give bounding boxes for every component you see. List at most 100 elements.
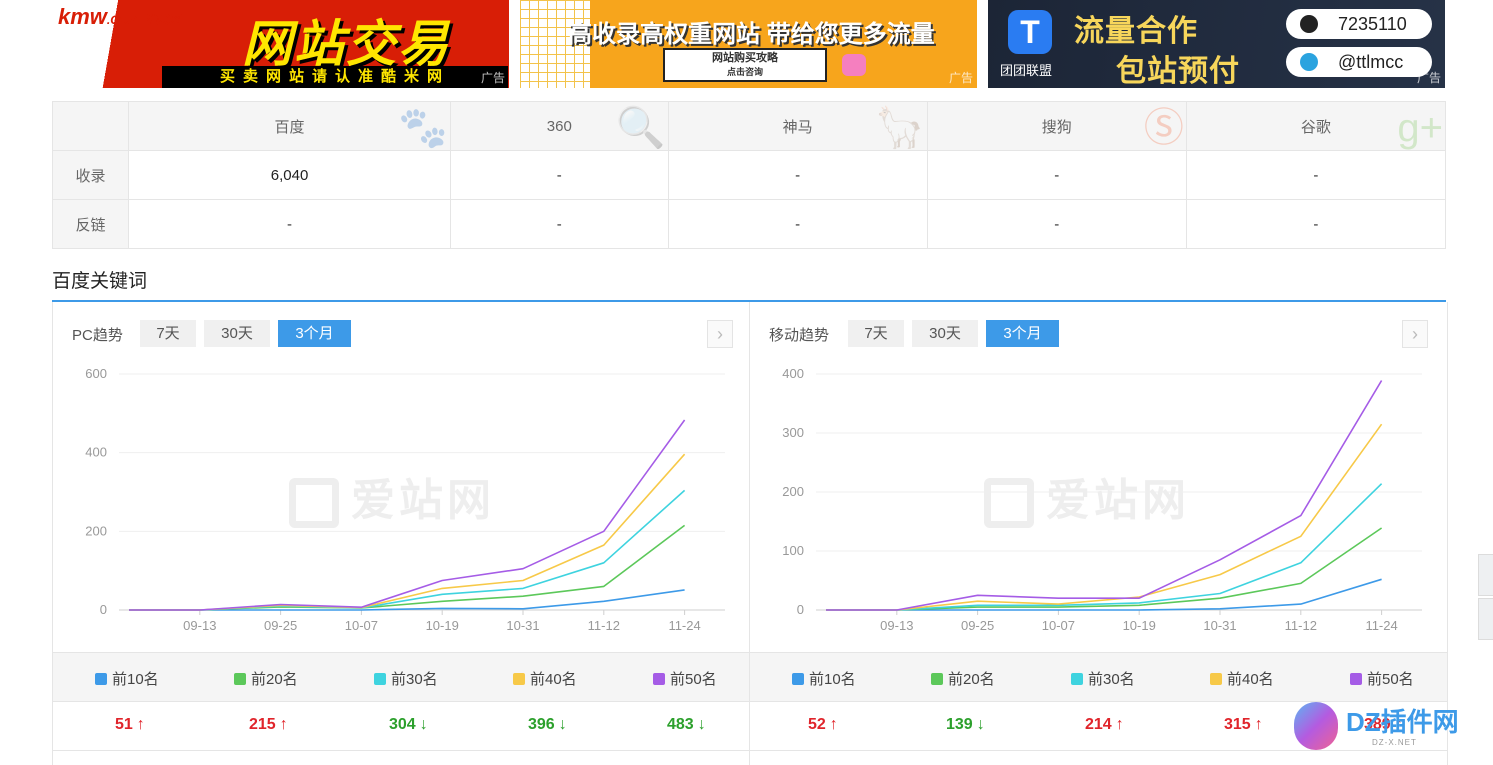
ad-banner-website-purchase[interactable]: 高收录高权重网站 带给您更多流量 网站购买攻略 点击咨询 广告	[520, 0, 977, 88]
magnifier-icon: 🔍	[615, 106, 666, 150]
value-top10: 52 ↑	[808, 716, 838, 734]
legend-label: 前20名	[251, 671, 298, 688]
legend-swatch	[374, 673, 386, 685]
y-tick-label: 600	[85, 366, 107, 381]
legend-label: 前40名	[530, 671, 577, 688]
legend-label: 前30名	[391, 671, 438, 688]
legend-item[interactable]: 前40名	[513, 668, 577, 689]
tab-7d[interactable]: 7天	[848, 320, 904, 347]
ad-banner-tuantuan[interactable]: T 团团联盟 流量合作 包站预付 7235110 @ttlmcc 广告	[988, 0, 1445, 88]
qq-contact[interactable]: 7235110	[1286, 9, 1432, 39]
legend-item[interactable]: 前40名	[1210, 668, 1274, 689]
tab-30d[interactable]: 30天	[204, 320, 270, 347]
column-baidu: 百度 🐾	[127, 101, 452, 151]
arrow-down-icon: ↓	[558, 716, 567, 733]
x-tick-label: 10-19	[426, 618, 459, 633]
table-cell: -	[1185, 199, 1447, 249]
legend-label: 前50名	[1367, 671, 1414, 688]
ad-banner-kmw[interactable]: kmw.COM 酷米网 网站交易 买卖网站请认准酷米网 广告	[52, 0, 509, 88]
arrow-down-icon: ↓	[419, 716, 428, 733]
table-row: 反链 - - - - -	[52, 199, 1447, 249]
ad-consult-button[interactable]: 网站购买攻略 点击咨询	[663, 48, 827, 82]
value-row: 51 ↑ 215 ↑ 304 ↓ 396 ↓ 483 ↓	[53, 702, 749, 751]
x-tick-label: 10-07	[345, 618, 378, 633]
legend-label: 前30名	[1088, 671, 1135, 688]
qq-number: 7235110	[1338, 14, 1407, 34]
table-cell: -	[450, 199, 669, 249]
y-tick-label: 200	[782, 484, 804, 499]
value-number: 215	[249, 716, 276, 733]
ad-slogan: 买卖网站请认准酷米网	[162, 66, 508, 88]
checkmark-shield-icon	[1294, 702, 1338, 750]
value-top40: 396 ↓	[528, 716, 567, 734]
section-title: 百度关键词	[52, 271, 148, 292]
value-number: 214	[1085, 716, 1112, 733]
legend-item[interactable]: 前30名	[1071, 668, 1135, 689]
legend-item[interactable]: 前20名	[234, 668, 298, 689]
legend-swatch	[234, 673, 246, 685]
dz-logo-domain: DZ-X.NET	[1372, 738, 1417, 747]
mobile-trend-chart: 0 100 200 300 400 09-13 09-25 10-07 10-19 10-31 11…	[782, 366, 1422, 633]
horse-icon: 🦙	[874, 106, 925, 150]
arrow-up-icon: ↑	[279, 716, 288, 733]
column-sogou: 搜狗 Ⓢ	[926, 101, 1187, 151]
tab-30d[interactable]: 30天	[912, 320, 978, 347]
legend-item[interactable]: 前30名	[374, 668, 438, 689]
legend-item[interactable]: 前10名	[792, 668, 856, 689]
legend-item[interactable]: 前10名	[95, 668, 159, 689]
legend: 前10名 前20名 前30名 前40名 前50名	[750, 652, 1447, 702]
arrow-up-icon: ↑	[136, 716, 145, 733]
x-tick-label: 09-13	[880, 618, 913, 633]
legend-label: 前10名	[112, 671, 159, 688]
arrow-down-icon: ↓	[976, 716, 985, 733]
kmw-logo: kmw.COM 酷米网	[58, 4, 181, 29]
y-tick-label: 300	[782, 425, 804, 440]
x-tick-label: 11-12	[588, 618, 620, 633]
table-cell: -	[127, 199, 452, 249]
legend-label: 前10名	[809, 671, 856, 688]
legend-item[interactable]: 前50名	[1350, 668, 1414, 689]
column-label: 360	[546, 117, 572, 135]
table-header-row: 百度 🐾 360 🔍 神马 🦙 搜狗 Ⓢ 谷歌 g+	[52, 101, 1447, 151]
x-tick-label: 09-25	[264, 618, 297, 633]
chevron-right-icon[interactable]: ›	[707, 320, 733, 348]
row-label: 反链	[52, 199, 129, 249]
y-tick-label: 100	[782, 543, 804, 558]
y-tick-label: 200	[85, 523, 107, 538]
legend-item[interactable]: 前20名	[931, 668, 995, 689]
telegram-contact[interactable]: @ttlmcc	[1286, 47, 1432, 77]
legend-label: 前40名	[1227, 671, 1274, 688]
pointing-hand-icon	[842, 54, 866, 76]
ad-line1: 流量合作	[1074, 15, 1198, 48]
corner-cell	[52, 101, 129, 151]
legend-item[interactable]: 前50名	[653, 668, 717, 689]
column-label: 搜狗	[1041, 118, 1072, 136]
ad-button-line2: 点击咨询	[726, 67, 763, 77]
value-top30: 214 ↑	[1085, 716, 1124, 734]
column-label: 谷歌	[1300, 118, 1331, 136]
search-engine-table: 百度 🐾 360 🔍 神马 🦙 搜狗 Ⓢ 谷歌 g+ 收录 6,040 - - - - 反…	[52, 101, 1447, 249]
legend-label: 前20名	[948, 671, 995, 688]
tuantuan-logo-icon: T	[1008, 10, 1052, 54]
legend-swatch	[1350, 673, 1362, 685]
pc-trend-panel: PC趋势 7天 30天 3个月 › 爱站网 0 200 400 600 09-13 09-…	[52, 302, 749, 765]
pc-trend-chart: 0 200 400 600 09-13 09-25 10-07 10-19 10-31 11-12…	[85, 366, 725, 633]
ad-tag: 广告	[480, 71, 505, 85]
tab-3m[interactable]: 3个月	[278, 320, 351, 347]
tab-3m[interactable]: 3个月	[986, 320, 1059, 347]
legend-swatch	[792, 673, 804, 685]
table-cell: -	[450, 150, 669, 200]
arrow-up-icon: ↑	[829, 716, 838, 733]
column-label: 百度	[274, 118, 305, 136]
y-tick-label: 400	[782, 366, 804, 381]
side-toolbar-button[interactable]	[1478, 598, 1493, 640]
tab-7d[interactable]: 7天	[140, 320, 196, 347]
chevron-right-icon[interactable]: ›	[1402, 320, 1428, 348]
legend-label: 前50名	[670, 671, 717, 688]
legend-swatch	[653, 673, 665, 685]
paw-icon: 🐾	[398, 106, 449, 150]
legend-swatch	[95, 673, 107, 685]
side-toolbar-button[interactable]	[1478, 554, 1493, 596]
series-line	[826, 380, 1383, 611]
x-tick-label: 11-12	[1285, 618, 1317, 633]
